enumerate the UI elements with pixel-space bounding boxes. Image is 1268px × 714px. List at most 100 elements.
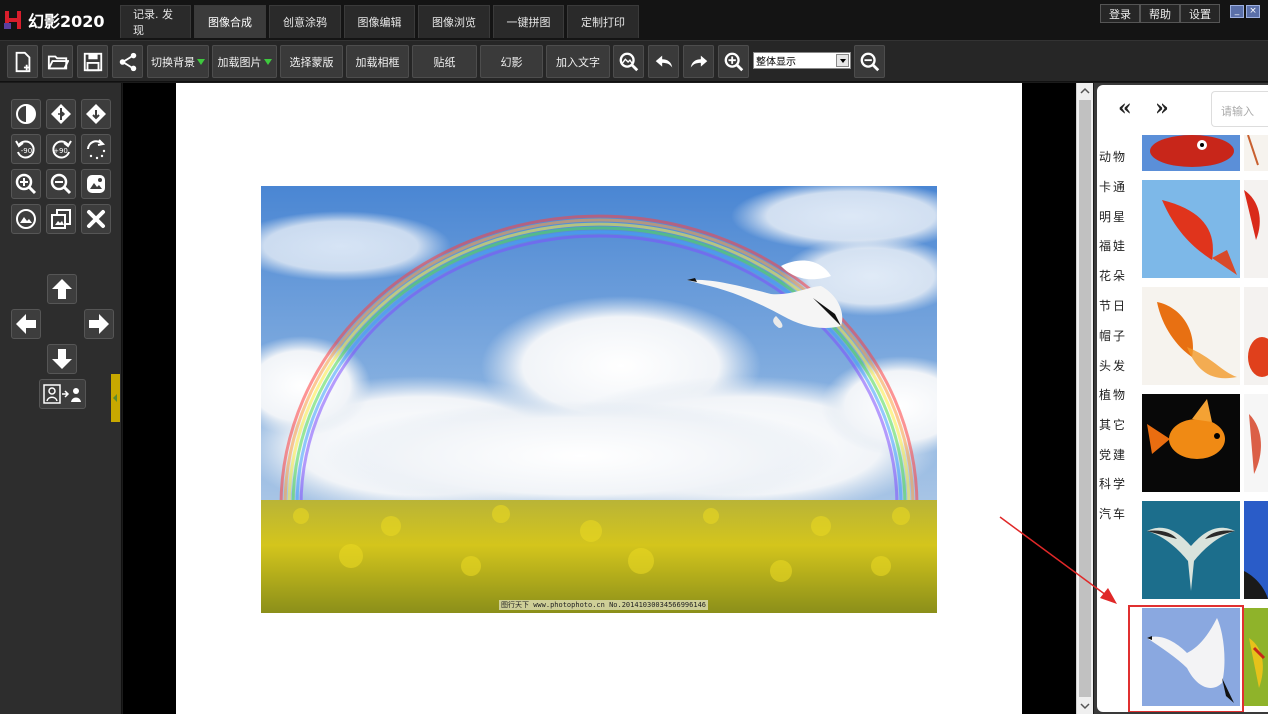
- category-fuwa[interactable]: 福娃: [1099, 237, 1127, 254]
- save-button[interactable]: [77, 45, 108, 78]
- category-animal[interactable]: 动物: [1099, 148, 1127, 165]
- rainbow-field-image: [261, 186, 937, 613]
- canvas-paper[interactable]: 图行天下 www.photophoto.cn No.20141030034566…: [176, 83, 1022, 714]
- rotate-plus-90-button[interactable]: +90: [46, 134, 76, 164]
- category-hair[interactable]: 头发: [1099, 357, 1127, 374]
- enlarge-image-icon: [15, 173, 37, 195]
- zoom-in-button[interactable]: [718, 45, 749, 78]
- open-folder-button[interactable]: [42, 45, 73, 78]
- goldfish-thumb-image: [1244, 394, 1268, 492]
- move-down-button[interactable]: [47, 344, 77, 374]
- load-frame-button[interactable]: 加载相框: [346, 45, 409, 78]
- selected-thumb-highlight: [1128, 605, 1244, 712]
- chevron-down-icon[interactable]: [836, 54, 849, 67]
- load-image-button[interactable]: 加载图片: [212, 45, 277, 78]
- material-search-input[interactable]: 请输入: [1211, 91, 1268, 127]
- category-science[interactable]: 科学: [1099, 475, 1127, 492]
- shrink-image-button[interactable]: [46, 169, 76, 199]
- app-name: 幻影2020: [28, 12, 105, 31]
- close-button[interactable]: ×: [1246, 5, 1260, 18]
- move-up-button[interactable]: [47, 274, 77, 304]
- move-right-button[interactable]: [84, 309, 114, 339]
- delete-button[interactable]: [81, 204, 111, 234]
- flip-vertical-button[interactable]: [81, 99, 111, 129]
- zoom-out-button[interactable]: [854, 45, 885, 78]
- tab-image-browse[interactable]: 图像浏览: [418, 5, 490, 38]
- tab-one-click-collage[interactable]: 一键拼图: [493, 5, 564, 38]
- goldfish-thumb-image: [1142, 394, 1240, 492]
- material-thumb[interactable]: [1244, 287, 1268, 385]
- collapse-panel-handle[interactable]: [111, 374, 120, 422]
- main-tabs: 记录. 发现 图像合成 创意涂鸦 图像编辑 图像浏览 一键拼图 定制打印: [120, 5, 642, 40]
- copy-layer-button[interactable]: [46, 204, 76, 234]
- tab-image-compose[interactable]: 图像合成: [194, 5, 266, 38]
- tab-image-edit[interactable]: 图像编辑: [344, 5, 415, 38]
- category-celebrity[interactable]: 明星: [1099, 208, 1127, 225]
- material-thumb[interactable]: [1142, 501, 1240, 599]
- photo-watermark: 图行天下 www.photophoto.cn No.20141030034566…: [499, 600, 709, 610]
- prev-page-button[interactable]: «: [1118, 95, 1132, 121]
- zoom-select-value: 整体显示: [756, 57, 796, 68]
- new-file-button[interactable]: [7, 45, 38, 78]
- phantom-button[interactable]: 幻影: [480, 45, 543, 78]
- flip-horizontal-button[interactable]: [46, 99, 76, 129]
- category-cartoon[interactable]: 卡通: [1099, 178, 1127, 195]
- material-thumb[interactable]: [1142, 180, 1240, 278]
- free-rotate-icon: [87, 139, 106, 160]
- rotate-minus-90-button[interactable]: -90: [11, 134, 41, 164]
- image-adjust-icon: [16, 209, 36, 229]
- category-party-building[interactable]: 党建: [1099, 446, 1127, 463]
- category-hats[interactable]: 帽子: [1099, 327, 1127, 344]
- goldfish-thumb-image: [1142, 287, 1240, 385]
- material-thumb[interactable]: [1244, 501, 1268, 599]
- redo-button[interactable]: [683, 45, 714, 78]
- sticker-button[interactable]: 贴纸: [412, 45, 477, 78]
- tab-creative-doodle[interactable]: 创意涂鸦: [269, 5, 341, 38]
- material-thumb[interactable]: [1142, 394, 1240, 492]
- contrast-button[interactable]: [11, 99, 41, 129]
- enlarge-image-button[interactable]: [11, 169, 41, 199]
- scroll-thumb[interactable]: [1079, 100, 1091, 697]
- move-left-button[interactable]: [11, 309, 41, 339]
- add-text-button[interactable]: 加入文字: [546, 45, 610, 78]
- bird-thumb-image: [1244, 501, 1268, 599]
- picture-button[interactable]: [81, 169, 111, 199]
- scroll-down-button[interactable]: [1077, 698, 1093, 714]
- app-window: 幻影2020 记录. 发现 图像合成 创意涂鸦 图像编辑 图像浏览 一键拼图 定…: [0, 0, 1268, 714]
- tab-custom-print[interactable]: 定制打印: [567, 5, 639, 38]
- undo-button[interactable]: [648, 45, 679, 78]
- scroll-up-button[interactable]: [1077, 83, 1093, 99]
- next-page-button[interactable]: »: [1155, 95, 1169, 121]
- free-rotate-button[interactable]: [81, 134, 111, 164]
- category-flowers[interactable]: 花朵: [1099, 267, 1127, 284]
- login-button[interactable]: 登录: [1100, 4, 1140, 23]
- goldfish-thumb-image: [1244, 180, 1268, 278]
- material-thumb[interactable]: [1142, 287, 1240, 385]
- category-plants[interactable]: 植物: [1099, 386, 1127, 403]
- canvas-vertical-scrollbar[interactable]: [1076, 83, 1093, 714]
- switch-background-button[interactable]: 切换背景: [147, 45, 209, 78]
- material-thumb[interactable]: [1244, 135, 1268, 171]
- select-mask-button[interactable]: 选择蒙版: [280, 45, 343, 78]
- category-cars[interactable]: 汽车: [1099, 505, 1127, 522]
- zoom-select[interactable]: 整体显示: [753, 52, 851, 69]
- material-thumb[interactable]: [1244, 180, 1268, 278]
- material-thumb[interactable]: [1142, 135, 1240, 171]
- search-image-button[interactable]: [613, 45, 644, 78]
- help-button[interactable]: 帮助: [1140, 4, 1180, 23]
- portrait-cutout-button[interactable]: [39, 379, 86, 409]
- image-adjust-button[interactable]: [11, 204, 41, 234]
- shrink-image-icon: [50, 173, 72, 195]
- material-thumb[interactable]: [1244, 608, 1268, 706]
- share-button[interactable]: [112, 45, 143, 78]
- background-photo[interactable]: 图行天下 www.photophoto.cn No.20141030034566…: [261, 186, 937, 613]
- minimize-button[interactable]: _: [1230, 5, 1244, 18]
- canvas-area[interactable]: 图行天下 www.photophoto.cn No.20141030034566…: [123, 83, 1076, 714]
- category-other[interactable]: 其它: [1099, 416, 1127, 433]
- material-thumb[interactable]: [1244, 394, 1268, 492]
- category-festival[interactable]: 节日: [1099, 297, 1127, 314]
- seagull-thumb-image: [1142, 501, 1240, 599]
- settings-button[interactable]: 设置: [1180, 4, 1220, 23]
- rotate-plus-label: +90: [53, 147, 68, 155]
- tab-record-discover[interactable]: 记录. 发现: [120, 5, 191, 38]
